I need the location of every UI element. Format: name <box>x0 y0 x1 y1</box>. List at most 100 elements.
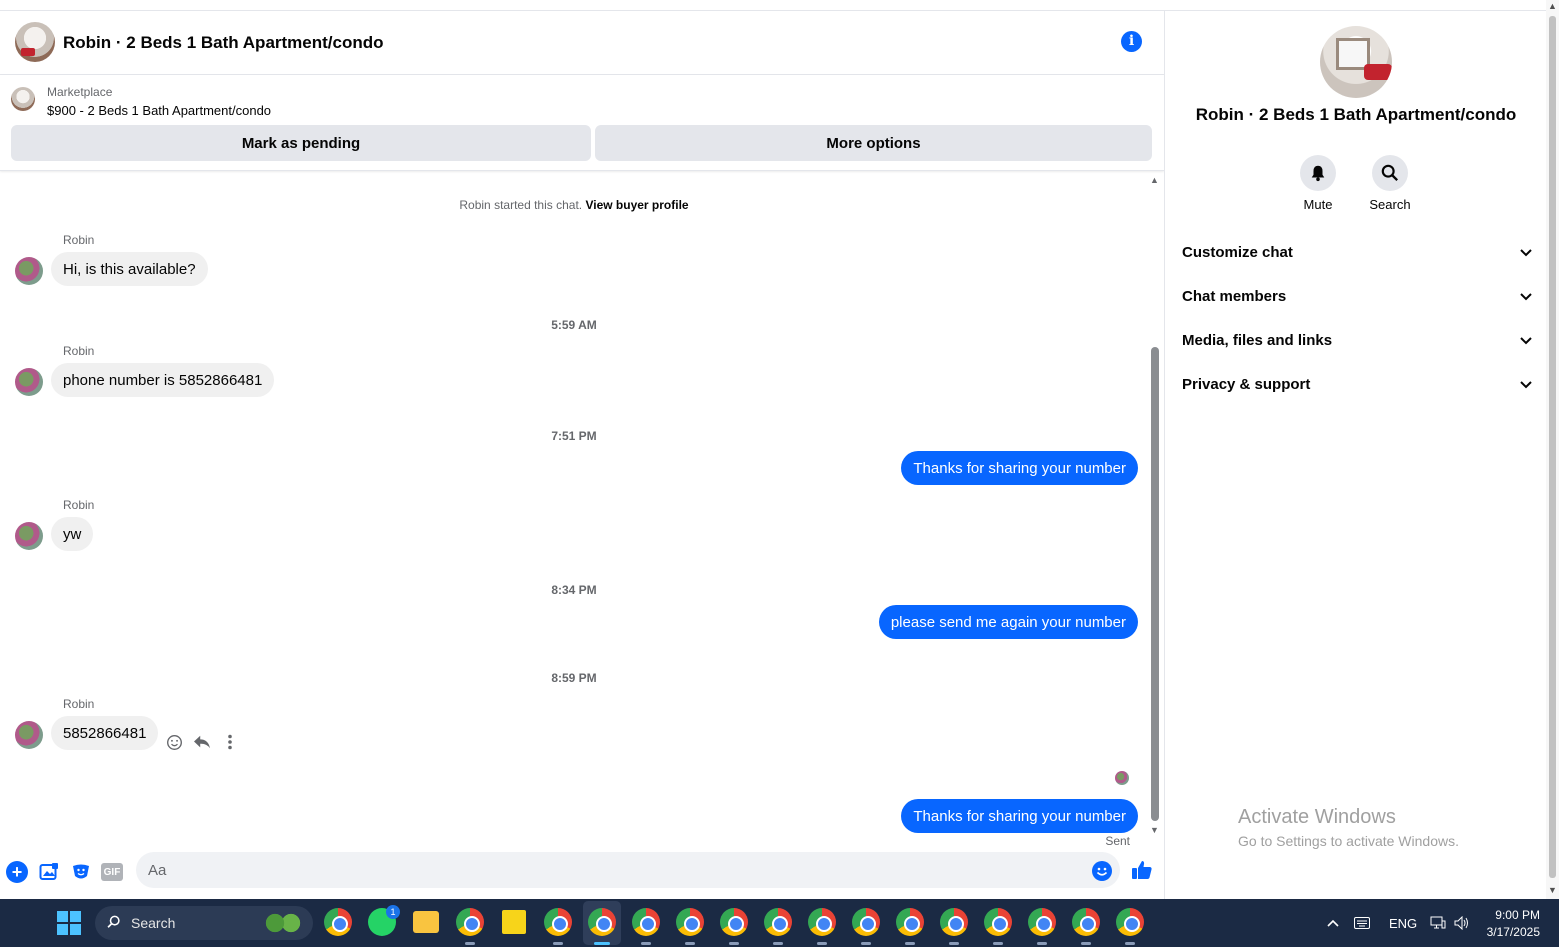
running-indicator <box>905 942 915 945</box>
section-chat-members[interactable]: Chat members <box>1182 284 1532 308</box>
chrome-icon[interactable] <box>544 908 572 936</box>
chrome-icon[interactable] <box>808 908 836 936</box>
search-icon[interactable] <box>1372 155 1408 191</box>
keyboard-icon[interactable] <box>1354 899 1370 947</box>
info-icon[interactable]: i <box>1121 31 1142 52</box>
react-smiley-icon[interactable] <box>165 733 183 751</box>
notification-badge: 1 <box>386 905 400 919</box>
taskbar-search[interactable]: Search <box>95 906 313 940</box>
bell-icon[interactable] <box>1300 155 1336 191</box>
running-indicator <box>1037 942 1047 945</box>
chat-header: Robin · 2 Beds 1 Bath Apartment/condo i <box>0 11 1164 75</box>
reply-icon[interactable] <box>193 733 211 751</box>
language-indicator[interactable]: ENG <box>1389 899 1417 947</box>
emoji-icon[interactable] <box>1092 861 1112 881</box>
mark-as-pending-button[interactable]: Mark as pending <box>11 125 591 161</box>
chrome-icon[interactable] <box>1028 908 1056 936</box>
seen-avatar <box>1115 771 1129 785</box>
chrome-icon[interactable] <box>588 908 616 936</box>
system-clock[interactable]: 9:00 PM 3/17/2025 <box>1487 907 1540 941</box>
section-label: Media, files and links <box>1182 331 1333 349</box>
chrome-icon[interactable] <box>896 908 924 936</box>
scroll-up-arrow-icon[interactable]: ▲ <box>1150 175 1159 185</box>
chevron-down-icon <box>1520 244 1532 261</box>
taskbar-search-label: Search <box>131 915 176 931</box>
scroll-down-arrow-icon[interactable]: ▼ <box>1150 825 1159 835</box>
sender-name: Robin <box>63 233 95 247</box>
chrome-icon[interactable] <box>764 908 792 936</box>
thumbs-up-icon[interactable] <box>1131 859 1153 887</box>
message-bubble-incoming[interactable]: yw <box>51 517 94 551</box>
scroll-up-arrow-icon[interactable]: ▲ <box>1548 1 1557 11</box>
chrome-icon[interactable] <box>940 908 968 936</box>
sender-name: Robin <box>63 697 95 711</box>
chrome-icon[interactable] <box>984 908 1012 936</box>
whatsapp-icon[interactable]: 1 <box>368 905 400 936</box>
chrome-icon[interactable] <box>1072 908 1100 936</box>
message-bubble-outgoing[interactable]: Thanks for sharing your number <box>901 799 1138 833</box>
network-icon[interactable] <box>1430 899 1446 947</box>
plus-icon[interactable]: + <box>6 861 28 883</box>
scroll-down-arrow-icon[interactable]: ▼ <box>1548 885 1557 895</box>
section-customize-chat[interactable]: Customize chat <box>1182 240 1532 264</box>
view-buyer-profile-link[interactable]: View buyer profile <box>585 198 688 212</box>
robin-avatar[interactable] <box>15 522 43 550</box>
running-indicator <box>641 942 651 945</box>
chrome-icon[interactable] <box>632 908 660 936</box>
chrome-icon[interactable] <box>456 908 484 936</box>
message-scrollbar[interactable]: ▲ ▼ <box>1148 171 1162 843</box>
sticker-icon[interactable] <box>70 861 92 883</box>
mute-label: Mute <box>1303 197 1333 212</box>
page-scrollbar[interactable]: ▲ ▼ <box>1546 0 1559 899</box>
message-bubble-outgoing[interactable]: please send me again your number <box>878 605 1138 639</box>
robin-avatar[interactable] <box>15 368 43 396</box>
robin-avatar[interactable] <box>15 257 43 285</box>
page-scroll-thumb[interactable] <box>1549 16 1556 878</box>
volume-icon[interactable] <box>1454 899 1470 947</box>
chrome-icon[interactable] <box>324 908 352 936</box>
section-media-files-links[interactable]: Media, files and links <box>1182 328 1532 352</box>
chrome-icon[interactable] <box>720 908 748 936</box>
sender-name: Robin <box>63 498 95 512</box>
chevron-up-icon[interactable] <box>1327 899 1339 947</box>
message-bubble-incoming[interactable]: Hi, is this available? <box>51 252 208 286</box>
clock-time: 9:00 PM <box>1495 908 1540 922</box>
listing-thumbnail[interactable] <box>11 87 35 111</box>
running-indicator <box>685 942 695 945</box>
chrome-icon[interactable] <box>1116 908 1144 936</box>
mute-action[interactable]: Mute <box>1288 155 1348 212</box>
section-privacy-support[interactable]: Privacy & support <box>1182 372 1532 396</box>
robin-avatar[interactable] <box>15 721 43 749</box>
chrome-icon[interactable] <box>676 908 704 936</box>
message-actions <box>165 733 239 751</box>
top-strip <box>0 0 1546 11</box>
scroll-thumb[interactable] <box>1151 347 1159 821</box>
listing-avatar[interactable] <box>15 22 55 62</box>
section-label: Chat members <box>1182 287 1287 305</box>
timestamp: 7:51 PM <box>551 429 597 443</box>
file-explorer-icon[interactable] <box>413 911 439 933</box>
more-options-button[interactable]: More options <box>595 125 1152 161</box>
chat-title[interactable]: Robin · 2 Beds 1 Bath Apartment/condo <box>63 33 384 53</box>
more-vertical-icon[interactable] <box>221 733 239 751</box>
chat-start-notice: Robin started this chat. View buyer prof… <box>0 198 1148 212</box>
timestamp: 8:59 PM <box>551 671 597 685</box>
sticky-notes-icon[interactable] <box>502 910 526 934</box>
search-label: Search <box>1369 197 1411 212</box>
message-bubble-incoming[interactable]: 5852866481 <box>51 716 159 750</box>
photo-icon[interactable] <box>38 861 60 883</box>
listing-price-title[interactable]: $900 - 2 Beds 1 Bath Apartment/condo <box>47 103 271 118</box>
gif-icon[interactable]: GIF <box>101 863 123 881</box>
message-bubble-outgoing[interactable]: Thanks for sharing your number <box>901 451 1138 485</box>
message-bubble-incoming[interactable]: phone number is 5852866481 <box>51 363 275 397</box>
listing-photo[interactable] <box>1320 26 1392 98</box>
composer: + GIF <box>0 845 1164 899</box>
section-label: Privacy & support <box>1182 375 1311 393</box>
chrome-icon[interactable] <box>852 908 880 936</box>
message-input-wrapper <box>136 852 1120 888</box>
search-action[interactable]: Search <box>1360 155 1420 212</box>
activate-windows-watermark: Activate Windows Go to Settings to activ… <box>1238 806 1459 849</box>
message-list: Robin started this chat. View buyer prof… <box>0 171 1148 848</box>
windows-start-icon[interactable] <box>57 911 81 935</box>
message-input[interactable] <box>136 852 1120 888</box>
